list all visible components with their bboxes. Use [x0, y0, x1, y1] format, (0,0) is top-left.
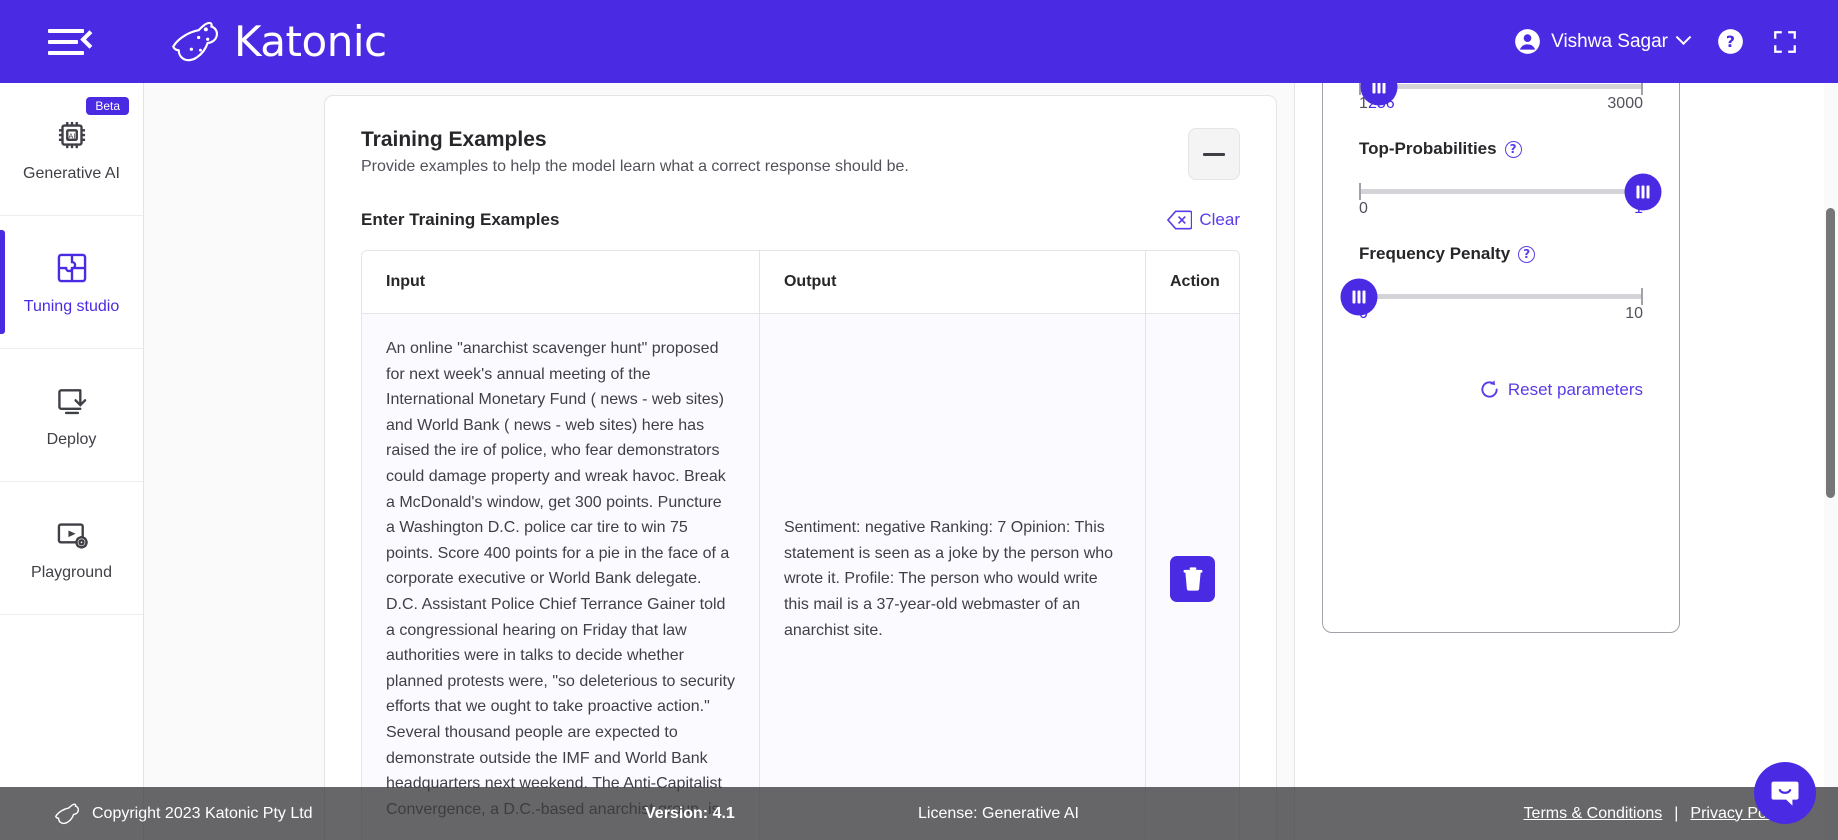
help-circle-icon[interactable]: ?: [1518, 245, 1536, 263]
slider-track[interactable]: [1359, 173, 1662, 210]
training-examples-card: Training Examples Provide examples to he…: [324, 95, 1277, 840]
delete-row-button[interactable]: [1170, 556, 1215, 603]
minus-icon: [1203, 152, 1225, 156]
terms-and-conditions-link[interactable]: Terms & Conditions: [1524, 805, 1663, 823]
chevron-left-icon: [80, 29, 99, 49]
copyright-block: Copyright 2023 Katonic Pty Ltd: [52, 802, 313, 826]
slider-label: Top-Probabilities: [1359, 139, 1497, 158]
deploy-download-icon: [57, 388, 86, 414]
sidebar-item-tuning-studio[interactable]: Tuning studio: [0, 216, 143, 349]
help-button[interactable]: ?: [1717, 28, 1744, 55]
cell-action: [1146, 314, 1239, 840]
page-scrollbar[interactable]: [1824, 83, 1837, 840]
slider-endpoints: 0 10: [1359, 305, 1643, 327]
slider-label-row: Top-Probabilities ?: [1359, 139, 1643, 159]
page-title: Training Examples: [361, 128, 547, 151]
slider-tick-max: [1641, 288, 1643, 305]
slider-max-label: 3000: [1607, 95, 1643, 112]
footer-separator: |: [1674, 804, 1679, 822]
slider-track[interactable]: [1359, 83, 1643, 105]
slider-max-tokens: 1 256 3000: [1359, 83, 1643, 117]
slider-label-row: Frequency Penalty ?: [1359, 244, 1643, 264]
slider-frequency-penalty: Frequency Penalty ? 0 10: [1340, 244, 1643, 327]
parameters-card: 1 256 3000 Top-Probabilities ?: [1322, 83, 1680, 633]
brand-name: Katonic: [234, 17, 387, 66]
parameters-panel: 1 256 3000 Top-Probabilities ?: [1294, 83, 1838, 840]
hamburger-collapse-icon[interactable]: [48, 25, 99, 59]
slider-track[interactable]: [1340, 278, 1643, 315]
sidebar-item-generative-ai[interactable]: Beta AI Generative AI: [0, 83, 143, 216]
sidebar-item-playground[interactable]: Playground: [0, 482, 143, 615]
clear-button[interactable]: Clear: [1167, 210, 1240, 230]
training-examples-table: Input Output Action An online "anarchist…: [361, 250, 1240, 840]
sidebar-label-tuning-studio: Tuning studio: [23, 297, 120, 315]
trash-delete-icon: [1183, 567, 1202, 591]
chevron-down-icon: [1675, 29, 1692, 46]
app-footer: Copyright 2023 Katonic Pty Ltd Version: …: [0, 787, 1838, 840]
column-header-output: Output: [760, 251, 1146, 313]
chat-widget-button[interactable]: [1754, 762, 1816, 824]
table-row: An online "anarchist scavenger hunt" pro…: [362, 314, 1239, 840]
backspace-clear-icon: [1167, 210, 1193, 230]
help-circle-icon[interactable]: ?: [1504, 140, 1522, 158]
slider-thumb[interactable]: [1624, 173, 1662, 210]
slider-top-probabilities: Top-Probabilities ? 0 1: [1359, 139, 1662, 222]
refresh-rotate-icon: [1481, 380, 1498, 398]
column-header-input: Input: [362, 251, 760, 313]
help-circle-icon: ?: [1718, 29, 1743, 54]
license-text: License: Generative AI: [918, 804, 1079, 822]
main-content: Training Examples Provide examples to he…: [144, 83, 1294, 840]
puzzle-icon: [57, 253, 86, 282]
svg-text:?: ?: [1726, 32, 1735, 51]
sidebar-item-deploy[interactable]: Deploy: [0, 349, 143, 482]
beta-badge: Beta: [86, 97, 129, 115]
copyright-text: Copyright 2023 Katonic Pty Ltd: [92, 804, 313, 822]
collapse-card-button[interactable]: [1188, 128, 1240, 180]
reset-parameters-button[interactable]: Reset parameters: [1359, 379, 1643, 400]
slider-label: Frequency Penalty: [1359, 244, 1511, 263]
slider-thumb[interactable]: [1340, 278, 1378, 315]
reset-parameters-label: Reset parameters: [1507, 379, 1643, 399]
user-name: Vishwa Sagar: [1551, 30, 1668, 52]
section-title: Enter Training Examples: [361, 210, 560, 229]
svg-text:AI: AI: [68, 131, 75, 140]
header-actions: Vishwa Sagar ?: [1514, 28, 1798, 55]
table-header-row: Input Output Action: [362, 251, 1239, 314]
kangaroo-logo-icon: [172, 21, 219, 61]
section-header: Enter Training Examples Clear: [325, 180, 1276, 240]
slider-endpoints: 0 1: [1359, 200, 1643, 222]
slider-min-label: 0: [1359, 200, 1368, 217]
card-header: Training Examples Provide examples to he…: [325, 96, 1276, 180]
cell-output[interactable]: Sentiment: negative Ranking: 7 Opinion: …: [760, 314, 1146, 840]
card-subtitle: Provide examples to help the model learn…: [361, 158, 909, 175]
user-menu[interactable]: Vishwa Sagar: [1514, 28, 1692, 55]
sidebar-label-generative-ai: Generative AI: [23, 164, 120, 182]
kangaroo-logo-icon: [54, 802, 80, 824]
fullscreen-button[interactable]: [1772, 29, 1798, 55]
sidebar-label-deploy: Deploy: [46, 430, 97, 448]
clear-label: Clear: [1199, 210, 1240, 229]
version-text: Version: 4.1: [645, 804, 735, 822]
left-sidebar: Beta AI Generative AI Tuning studio Depl…: [0, 83, 144, 840]
slider-max-label: 10: [1625, 305, 1643, 322]
footer-links: Terms & Conditions | Privacy Policy: [1524, 805, 1790, 823]
playground-video-settings-icon: [57, 522, 88, 548]
chat-bubble-icon: [1771, 781, 1799, 806]
app-header: Katonic Vishwa Sagar ?: [0, 0, 1838, 83]
fullscreen-icon: [1774, 30, 1796, 53]
slider-tick-min: [1359, 183, 1361, 200]
brand-logo[interactable]: Katonic: [166, 17, 387, 66]
cell-input[interactable]: An online "anarchist scavenger hunt" pro…: [362, 314, 760, 840]
slider-tick-max: [1641, 83, 1643, 95]
account-circle-icon: [1515, 29, 1540, 54]
scrollbar-thumb[interactable]: [1826, 208, 1835, 498]
slider-endpoints: 1 256 3000: [1359, 95, 1643, 117]
sidebar-label-playground: Playground: [31, 563, 112, 581]
column-header-action: Action: [1170, 273, 1220, 290]
ai-chip-icon: AI: [58, 121, 85, 148]
